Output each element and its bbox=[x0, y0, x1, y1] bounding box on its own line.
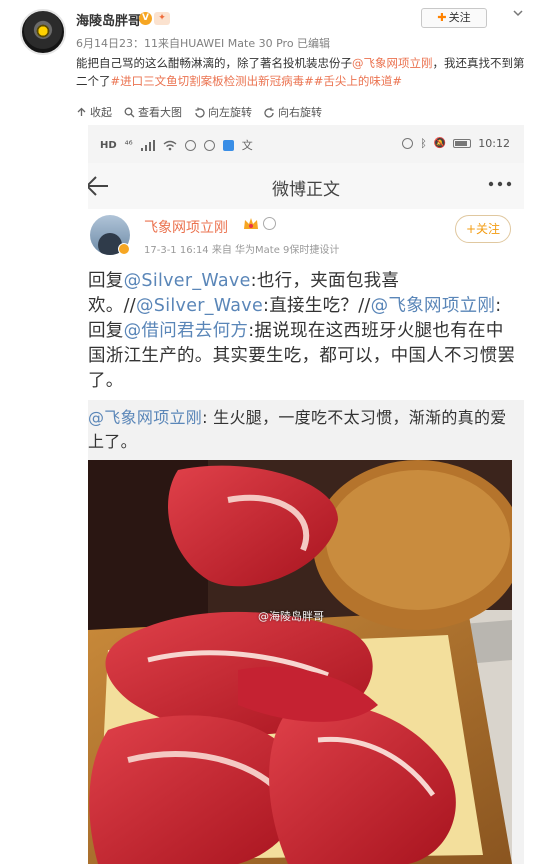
inner-meta: 17-3-1 16:14 来自 华为Mate 9保时捷设计 bbox=[144, 245, 340, 256]
reply-mention: @Silver_Wave bbox=[136, 296, 264, 316]
rotate-right-label: 向右旋转 bbox=[278, 106, 322, 119]
view-large-label: 查看大图 bbox=[138, 106, 182, 119]
battery-icon bbox=[453, 139, 472, 148]
alarm-icon bbox=[402, 138, 414, 149]
wechat-icon bbox=[184, 139, 196, 151]
reply-mention: @Silver_Wave bbox=[123, 271, 251, 291]
rotate-left-label: 向左旋转 bbox=[208, 106, 252, 119]
post-username[interactable]: 海陵岛胖哥 bbox=[76, 10, 141, 29]
translate-icon: 文 bbox=[241, 139, 253, 152]
hashtag-link[interactable]: #进口三文鱼切割案板检测出新冠病毒##舌尖上的味道# bbox=[111, 74, 403, 88]
user-avatar[interactable] bbox=[20, 9, 66, 55]
reply-part: :直接生吃？// bbox=[263, 296, 371, 316]
quoted-post: @飞象网项立刚: 生火腿，一度吃不太习惯，渐渐的真的爱上了。 @海陵岛胖哥 bbox=[88, 400, 524, 864]
phone-status-bar: HD ⁴⁶ 文 ᛒ 🔕 10:12 bbox=[88, 125, 524, 163]
reply-mention: @借问君去何方 bbox=[123, 321, 249, 341]
ham-photo-drawing bbox=[88, 460, 512, 864]
signal-icon bbox=[140, 139, 155, 151]
follow-label: 关注 bbox=[448, 11, 471, 24]
chevron-down-icon[interactable] bbox=[512, 7, 524, 19]
view-large-button[interactable]: 查看大图 bbox=[124, 103, 182, 121]
reply-mention: @飞象网项立刚 bbox=[370, 296, 496, 316]
medal-icon: ✦ bbox=[154, 12, 170, 25]
app-icon bbox=[222, 139, 234, 151]
quote-text: @飞象网项立刚: 生火腿，一度吃不太习惯，渐渐的真的爱上了。 bbox=[88, 406, 508, 454]
post-text: 能把自己骂的这么酣畅淋漓的，除了著名投机装忠份子@飞象网项立刚，我还真找不到第二… bbox=[76, 54, 526, 90]
zoom-icon bbox=[124, 107, 135, 117]
plus-icon: ✚ bbox=[437, 11, 447, 24]
quote-mention: @飞象网项立刚 bbox=[88, 408, 203, 427]
inner-username: 飞象网项立刚 bbox=[144, 220, 228, 236]
status-left: HD ⁴⁶ 文 bbox=[100, 137, 253, 153]
reply-text: 回复@Silver_Wave:也行，夹面包我喜欢。//@Silver_Wave:… bbox=[88, 269, 518, 394]
image-toolbar: 收起 查看大图 向左旋转 向右旋转 bbox=[76, 103, 322, 121]
collapse-button[interactable]: 收起 bbox=[76, 103, 112, 121]
post-image[interactable]: HD ⁴⁶ 文 ᛒ 🔕 10:12 微博正文 飞象网项立刚 17-3-1 16:… bbox=[88, 125, 524, 864]
phone-nav-bar: 微博正文 bbox=[88, 163, 524, 209]
image-watermark: @海陵岛胖哥 bbox=[258, 610, 324, 623]
rotate-left-icon bbox=[195, 107, 205, 118]
hd-label: HD bbox=[100, 139, 117, 151]
verified-badge-icon: V bbox=[139, 12, 152, 25]
medal-icon bbox=[263, 217, 276, 230]
more-icon bbox=[488, 181, 512, 187]
mute-icon: 🔕 bbox=[433, 138, 447, 149]
signal-label: ⁴⁶ bbox=[124, 139, 133, 151]
arrow-up-icon bbox=[77, 107, 86, 116]
post-text-part: 能把自己骂的这么酣畅淋漓的，除了著名投机装忠份子 bbox=[76, 56, 352, 70]
wifi-icon bbox=[163, 140, 177, 150]
status-right: ᛒ 🔕 10:12 bbox=[402, 137, 510, 150]
bluetooth-icon: ᛒ bbox=[420, 137, 427, 150]
ham-photo: @海陵岛胖哥 bbox=[88, 460, 512, 864]
status-time: 10:12 bbox=[478, 137, 510, 150]
rotate-right-button[interactable]: 向右旋转 bbox=[264, 103, 322, 121]
post-header: 海陵岛胖哥 V ✦ 6月14日23：11来自HUAWEI Mate 30 Pro… bbox=[0, 0, 544, 55]
nav-title: 微博正文 bbox=[272, 180, 340, 200]
rotate-left-button[interactable]: 向左旋转 bbox=[194, 103, 252, 121]
reply-part: 回复 bbox=[88, 271, 124, 291]
inner-verified-icon bbox=[118, 243, 130, 255]
collapse-label: 收起 bbox=[90, 106, 112, 119]
follow-button[interactable]: ✚ 关注 bbox=[421, 8, 487, 28]
qq-icon bbox=[203, 139, 215, 151]
post-meta: 6月14日23：11来自HUAWEI Mate 30 Pro 已编辑 bbox=[76, 37, 331, 50]
rotate-right-icon bbox=[264, 107, 274, 118]
crown-icon bbox=[244, 218, 258, 229]
inner-follow-button: +关注 bbox=[455, 215, 511, 243]
mention-link[interactable]: @飞象网项立刚 bbox=[352, 56, 433, 70]
